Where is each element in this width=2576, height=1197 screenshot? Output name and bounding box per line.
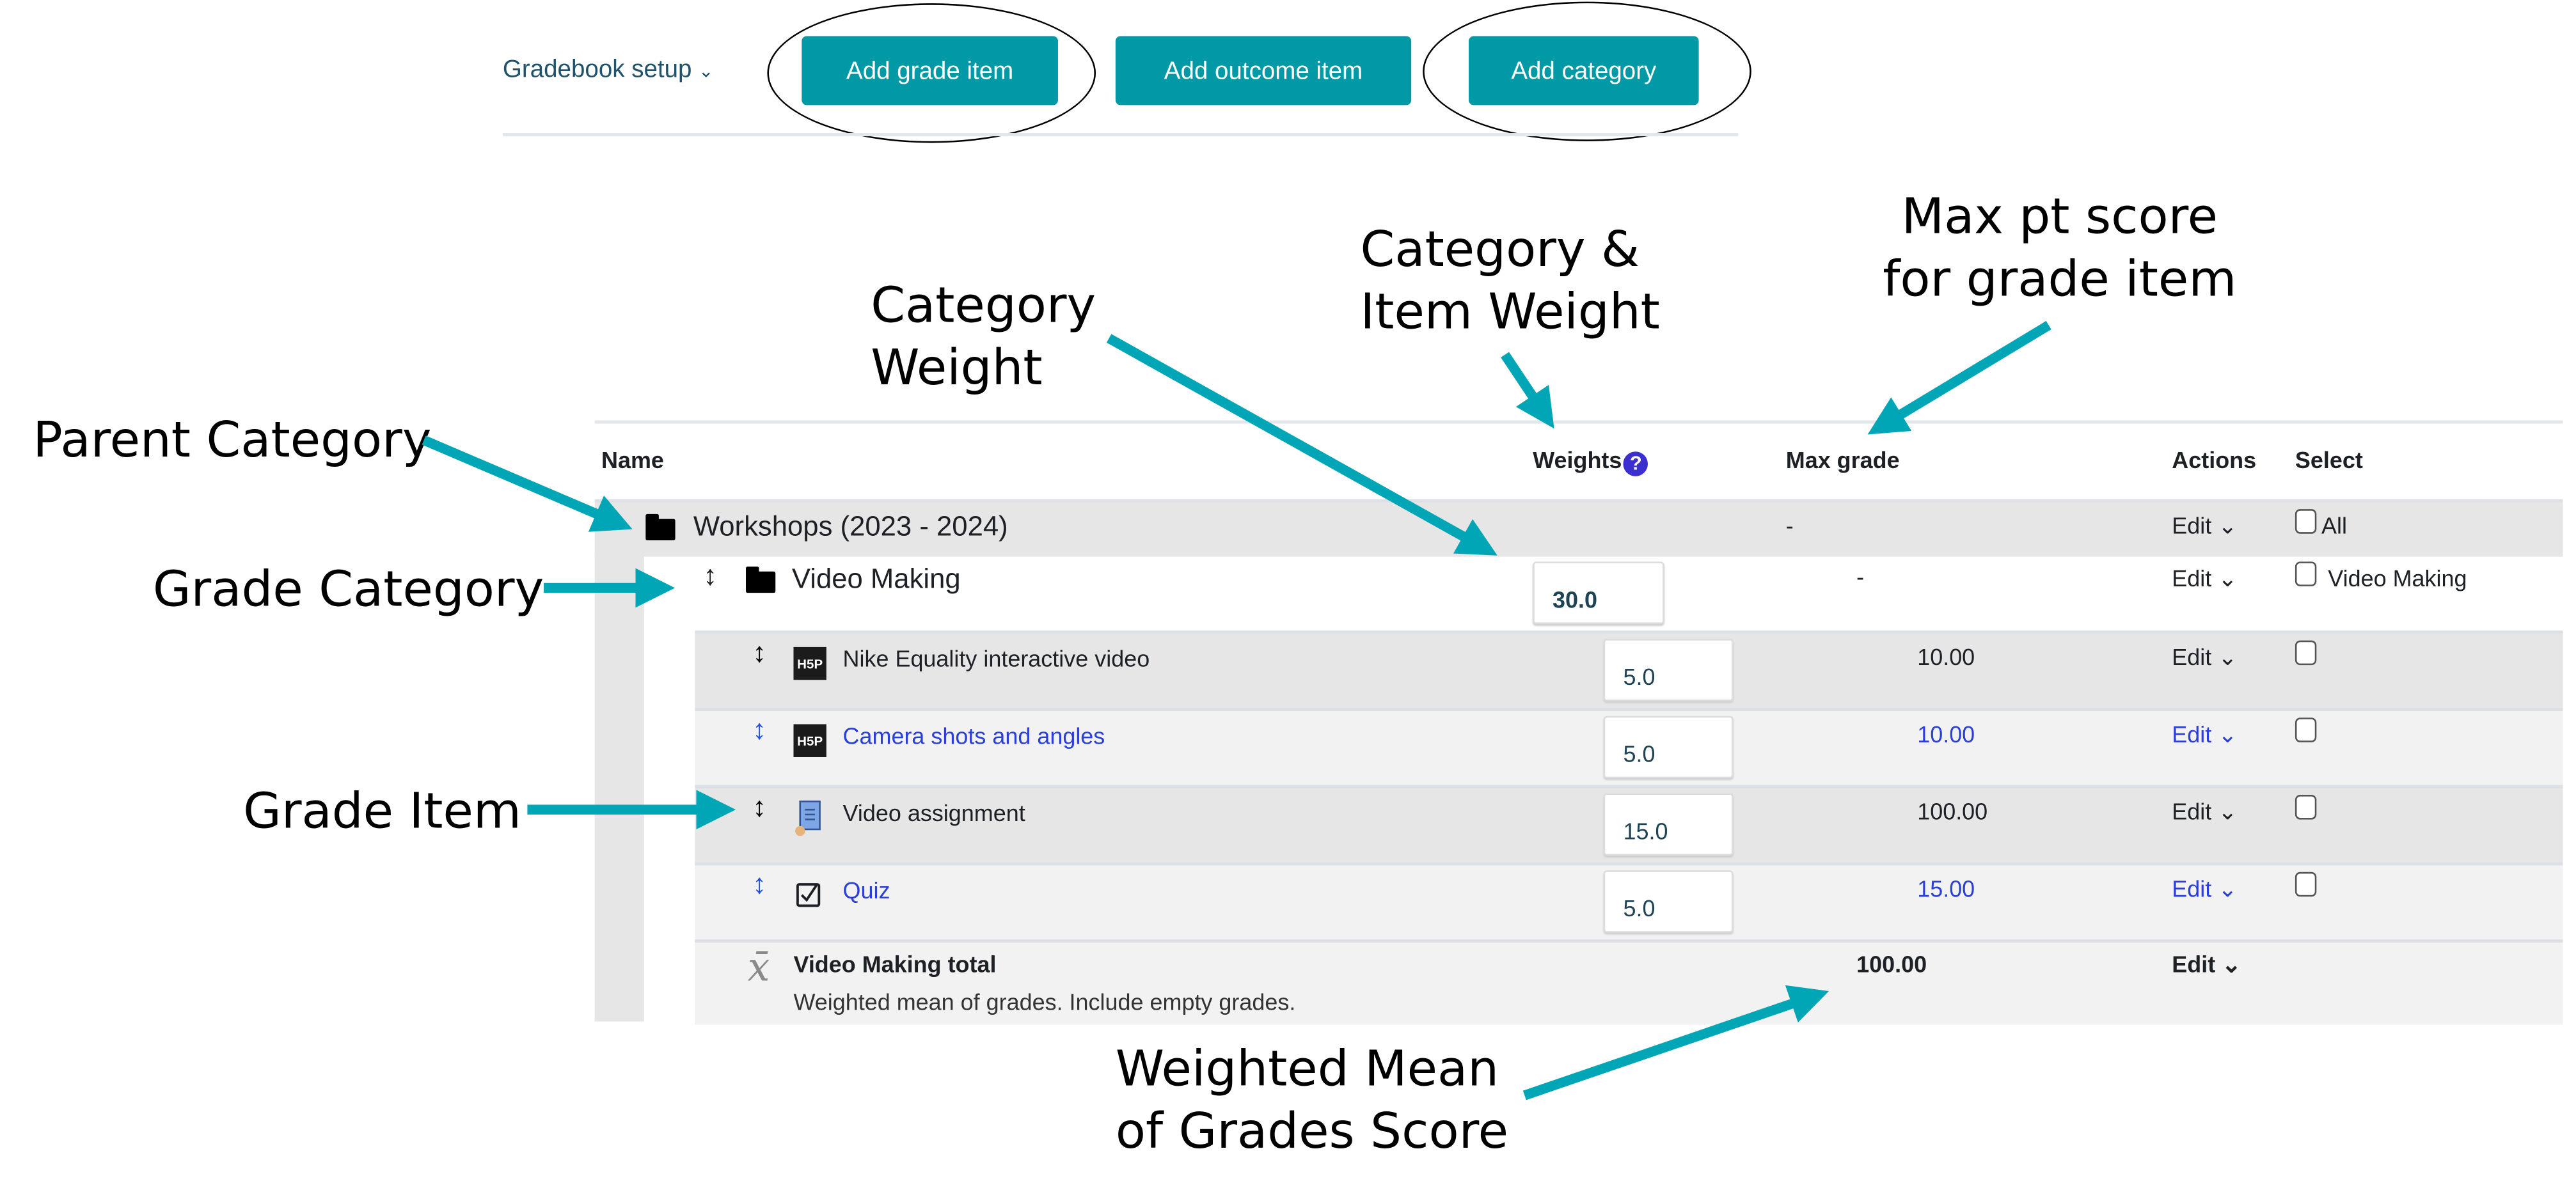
arrow-category-item-weight xyxy=(1501,352,1554,429)
arrow-weighted-mean xyxy=(1522,985,1829,1100)
arrow-max-pt-score xyxy=(1867,320,2051,435)
arrow-category-weight xyxy=(1106,334,1497,556)
arrow-parent-category xyxy=(422,435,633,532)
screenshot-stage: Gradebook setup ⌄ Add grade item Add outc… xyxy=(0,0,2576,1197)
annotation-arrows xyxy=(422,320,2051,1100)
